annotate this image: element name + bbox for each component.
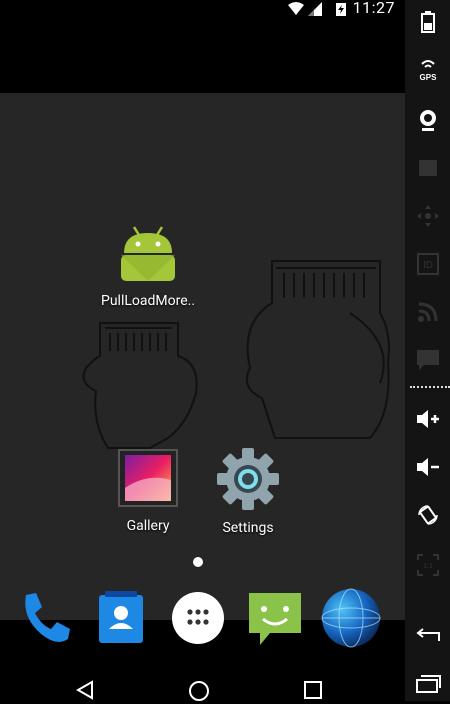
volume-down-icon [416, 458, 439, 476]
app-drawer-icon [172, 592, 224, 644]
panel-separator [410, 386, 450, 388]
battery-charging-icon [336, 3, 346, 16]
recents-button[interactable] [405, 664, 450, 704]
rotate-button[interactable] [405, 495, 450, 535]
page-indicator [193, 557, 203, 567]
battery-icon [420, 11, 435, 33]
app-pullloadmore[interactable]: PullLoadMore.. [93, 225, 203, 309]
home-wallpaper [0, 93, 405, 620]
rss-button[interactable] [405, 292, 450, 332]
svg-text:ID: ID [423, 260, 433, 271]
gallery-icon [118, 449, 178, 507]
settings-gear-icon [217, 448, 279, 510]
cell-signal-icon [308, 2, 322, 16]
phone-icon [25, 593, 70, 642]
id-icon: ID [416, 253, 439, 275]
move-button[interactable] [405, 196, 450, 236]
app-label: Settings [222, 520, 274, 536]
contacts-icon [99, 591, 143, 643]
svg-text:GPS: GPS [419, 73, 437, 82]
dock-phone[interactable] [14, 587, 76, 649]
status-bar: 11:27 [0, 0, 405, 18]
messaging-icon [249, 593, 301, 645]
id-button[interactable]: ID [405, 244, 450, 284]
rotate-icon [417, 505, 438, 525]
nav-home-button[interactable] [188, 680, 210, 702]
scale-button[interactable]: 1:1 [405, 545, 450, 585]
dock [0, 587, 405, 649]
dock-messaging[interactable] [244, 587, 306, 649]
volume-up-icon [416, 410, 439, 428]
camera-button[interactable] [405, 100, 450, 140]
top-band [0, 18, 405, 93]
app-gallery[interactable]: Gallery [93, 448, 203, 534]
navigation-bar [0, 650, 405, 701]
volume-down-button[interactable] [405, 447, 450, 487]
dock-browser[interactable] [320, 587, 382, 649]
android-app-icon [121, 226, 175, 281]
dock-contacts[interactable] [90, 587, 152, 649]
chat-button[interactable] [405, 340, 450, 380]
volume-up-button[interactable] [405, 399, 450, 439]
chat-icon [416, 350, 439, 370]
app-settings[interactable]: Settings [193, 448, 303, 536]
dock-app-drawer[interactable] [167, 587, 229, 649]
status-time: 11:27 [352, 0, 395, 17]
gps-button[interactable]: GPS [405, 50, 450, 90]
camera-icon [419, 110, 436, 131]
scale-icon: 1:1 [416, 554, 439, 576]
back-icon [415, 628, 440, 641]
gps-icon: GPS [419, 60, 437, 82]
rss-icon [417, 302, 437, 322]
battery-button[interactable] [405, 2, 450, 42]
nav-back-button[interactable] [76, 680, 94, 700]
svg-text:1:1: 1:1 [423, 563, 433, 570]
video-button[interactable] [405, 148, 450, 188]
app-label: PullLoadMore.. [100, 293, 196, 309]
nav-recents-button[interactable] [303, 680, 323, 700]
recents-icon [415, 675, 441, 693]
video-icon [418, 160, 437, 176]
app-label: Gallery [126, 518, 170, 534]
browser-globe-icon [321, 588, 381, 648]
wifi-icon [288, 2, 304, 15]
back-button[interactable] [405, 616, 450, 656]
emulator-side-panel: GPS ID 1:1 [405, 0, 450, 701]
move-icon [416, 205, 439, 227]
mittens-wallpaper-art [82, 260, 390, 449]
